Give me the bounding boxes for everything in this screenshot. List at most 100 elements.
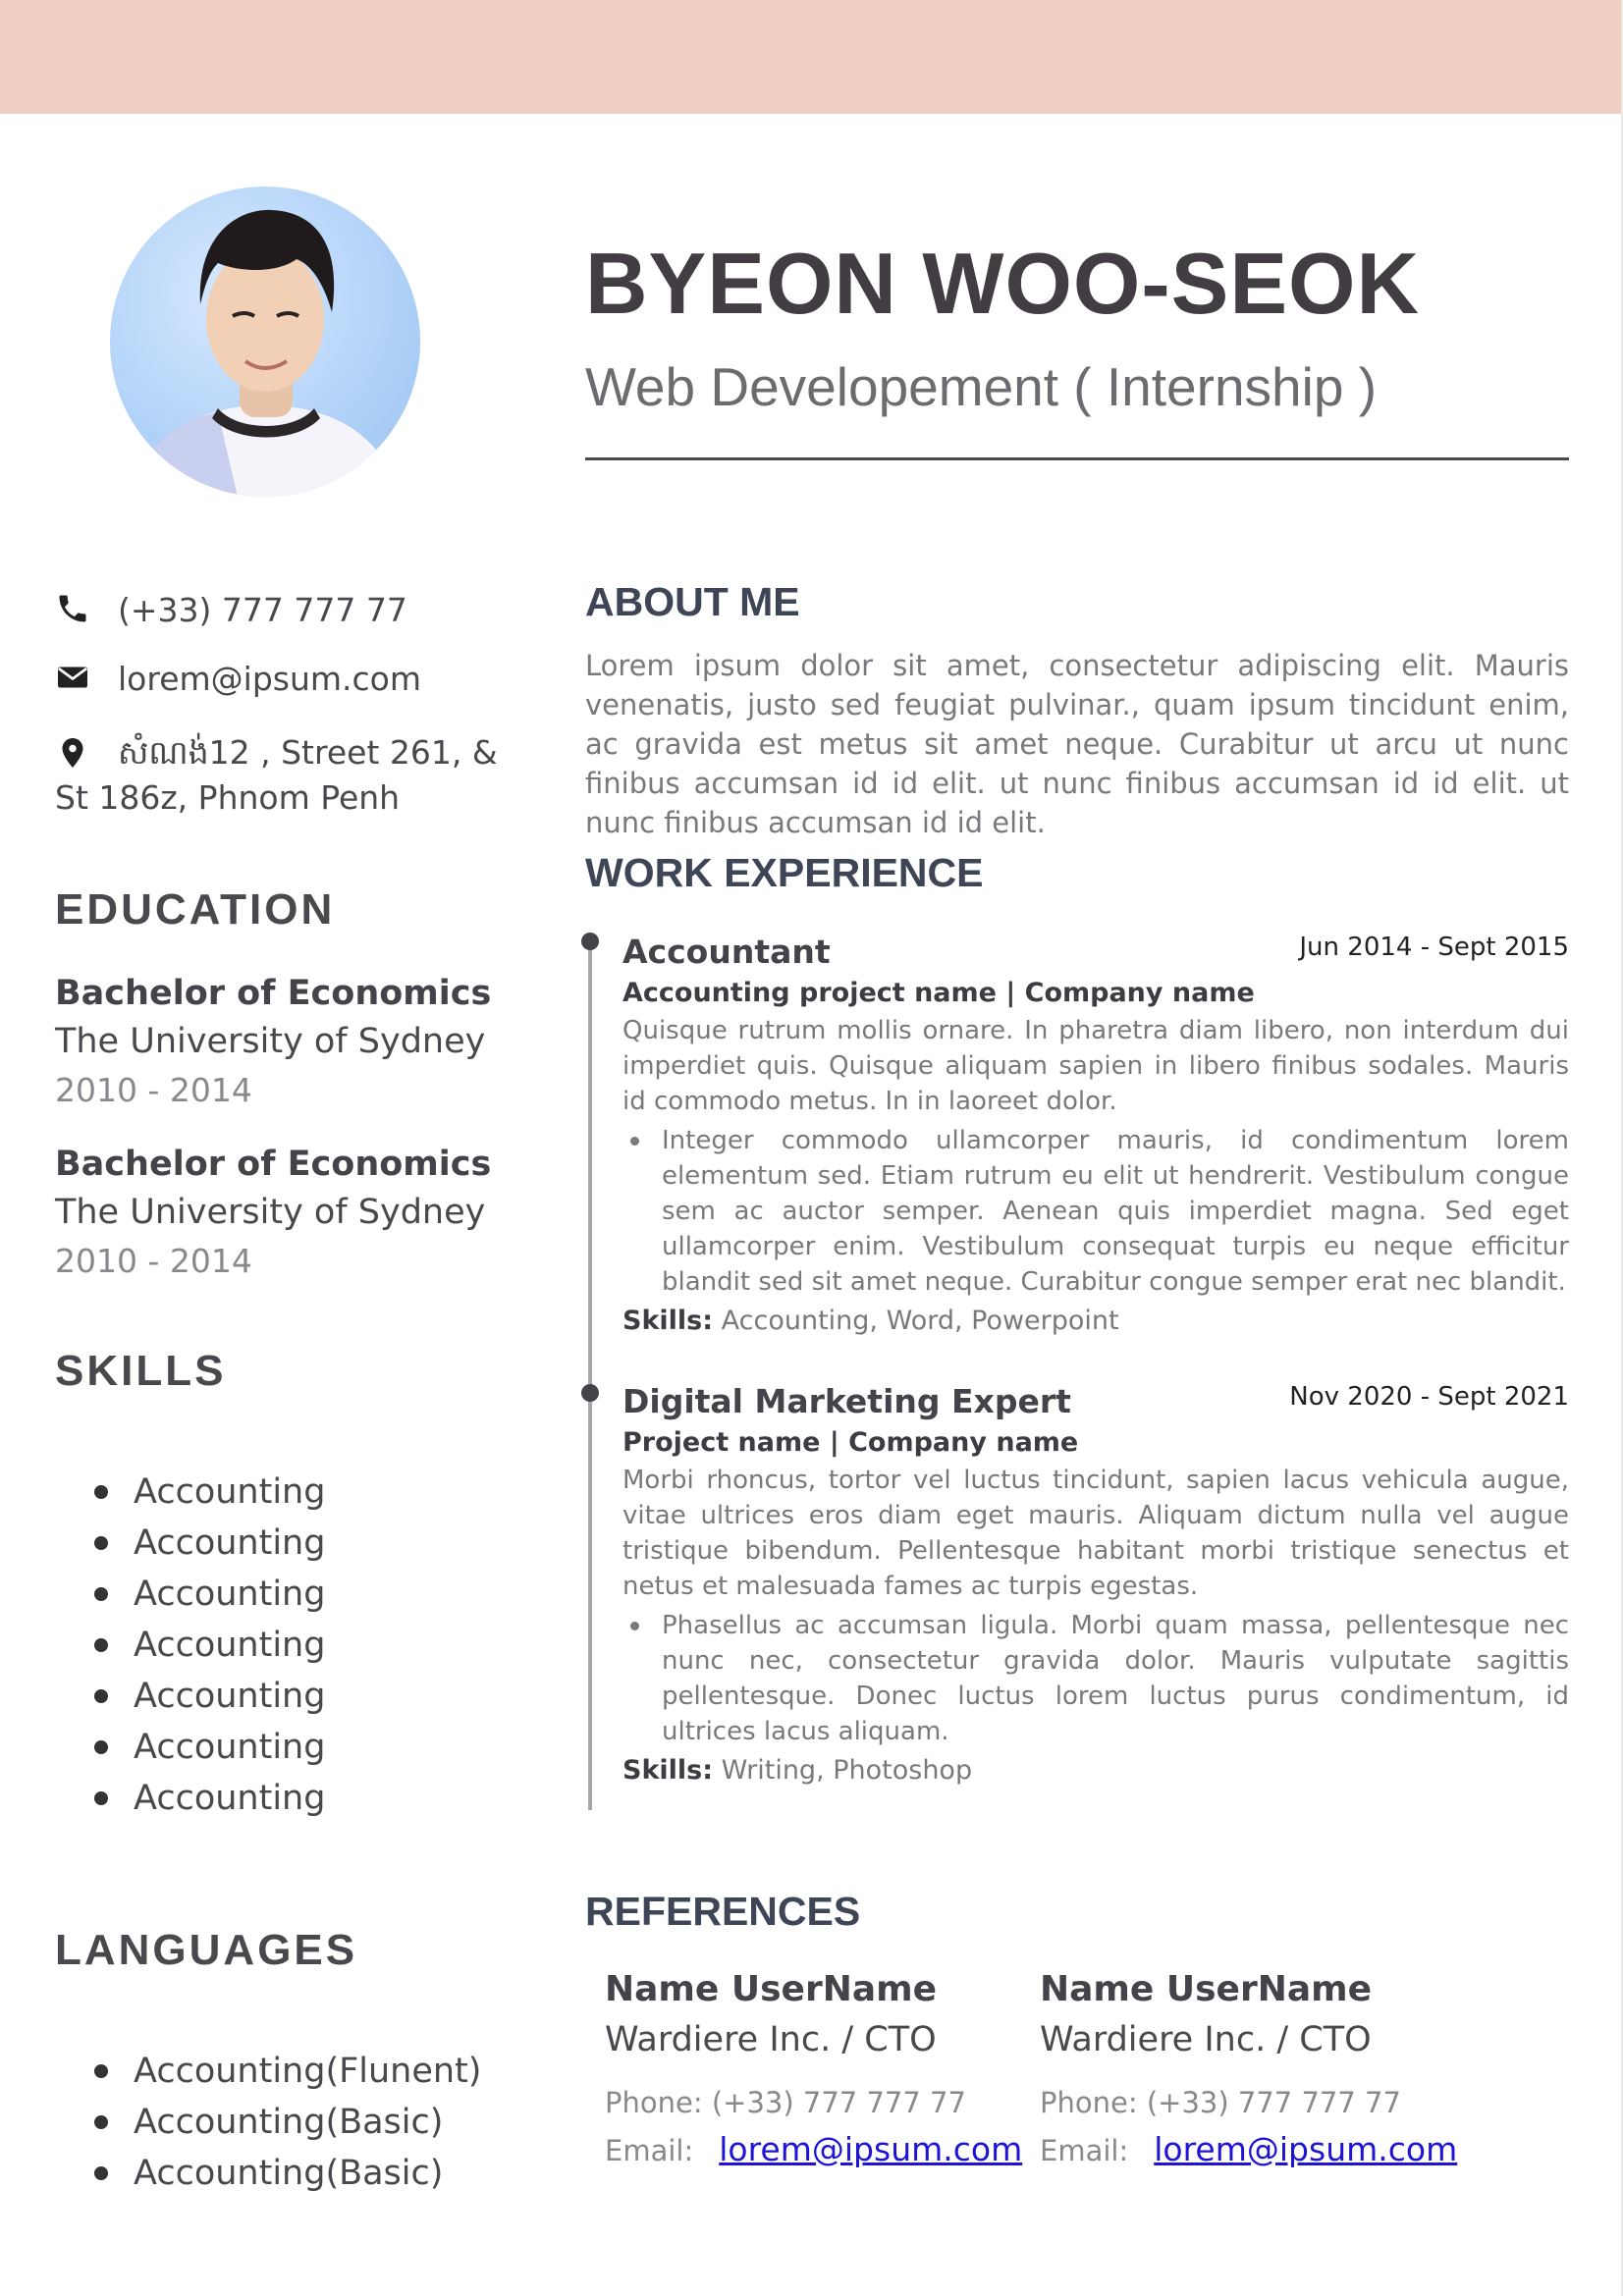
list-item: Accounting bbox=[94, 1569, 325, 1620]
list-item: Phasellus ac accumsan ligula. Morbi quam… bbox=[622, 1608, 1569, 1749]
list-item: Accounting bbox=[94, 1518, 325, 1569]
language-label: Accounting(Basic) bbox=[134, 2103, 444, 2142]
map-pin-icon bbox=[62, 738, 83, 768]
timeline-line bbox=[588, 940, 592, 1810]
bullet-icon bbox=[94, 1638, 108, 1652]
list-item: Accounting bbox=[94, 1671, 325, 1722]
person-name: BYEON WOO-SEOK bbox=[585, 235, 1421, 332]
about-heading: ABOUT ME bbox=[585, 579, 800, 624]
job-bullets: Integer commodo ullamcorper mauris, id c… bbox=[622, 1123, 1569, 1300]
language-label: Accounting(Flunent) bbox=[134, 2052, 482, 2091]
job-subtitle: Accounting project name | Company name bbox=[622, 978, 1255, 1008]
email-label: Email: bbox=[605, 2134, 694, 2167]
skill-label: Accounting bbox=[134, 1677, 326, 1716]
job-skills: Skills: Writing, Photoshop bbox=[622, 1751, 1569, 1790]
job-description: Quisque rutrum mollis ornare. In pharetr… bbox=[622, 1016, 1569, 1116]
school: The University of Sydney bbox=[55, 1193, 486, 1232]
contact-email: lorem@ipsum.com bbox=[55, 660, 421, 698]
avatar bbox=[110, 187, 420, 497]
bullet-icon bbox=[94, 2166, 108, 2180]
reference-phone: Phone: (+33) 777 777 77 bbox=[1040, 2079, 1462, 2126]
years: 2010 - 2014 bbox=[55, 1071, 252, 1109]
timeline-dot bbox=[581, 933, 599, 950]
work-heading: WORK EXPERIENCE bbox=[585, 850, 984, 895]
email-link[interactable]: lorem@ipsum.com bbox=[719, 2130, 1022, 2168]
job-description: Morbi rhoncus, tortor vel luctus tincidu… bbox=[622, 1466, 1569, 1601]
job-date: Jun 2014 - Sept 2015 bbox=[1299, 933, 1569, 962]
list-item: Accounting bbox=[94, 1722, 325, 1773]
job-skills: Skills: Accounting, Word, Powerpoint bbox=[622, 1302, 1569, 1341]
degree: Bachelor of Economics bbox=[55, 974, 492, 1013]
email-link[interactable]: lorem@ipsum.com bbox=[1154, 2130, 1457, 2168]
bullet-icon bbox=[94, 2115, 108, 2129]
phone-label: Phone: bbox=[605, 2086, 703, 2119]
list-item: Accounting bbox=[94, 1773, 325, 1824]
years: 2010 - 2014 bbox=[55, 1242, 252, 1280]
job-subtitle: Project name | Company name bbox=[622, 1427, 1079, 1458]
job-entry: Digital Marketing Expert Nov 2020 - Sept… bbox=[622, 1380, 1569, 1790]
education-heading: EDUCATION bbox=[55, 885, 336, 934]
education-item: Bachelor of Economics The University of … bbox=[55, 970, 526, 1115]
skills-value: Accounting, Word, Powerpoint bbox=[721, 1306, 1119, 1336]
skill-label: Accounting bbox=[134, 1728, 326, 1767]
language-label: Accounting(Basic) bbox=[134, 2154, 444, 2193]
header-divider bbox=[585, 457, 1569, 460]
bullet-icon bbox=[94, 1536, 108, 1550]
bullet-icon bbox=[94, 1587, 108, 1601]
skill-label: Accounting bbox=[134, 1575, 326, 1614]
school: The University of Sydney bbox=[55, 1022, 486, 1061]
reference-name: Name UserName bbox=[1040, 1969, 1373, 2009]
bullet-icon bbox=[94, 1740, 108, 1754]
job-role: Web Developement ( Internship ) bbox=[585, 356, 1378, 417]
list-item: Accounting(Basic) bbox=[94, 2148, 481, 2199]
phone-value: (+33) 777 777 77 bbox=[711, 2086, 966, 2119]
address-line2: St 186z, Phnom Penh bbox=[55, 778, 401, 817]
degree: Bachelor of Economics bbox=[55, 1145, 492, 1184]
reference-phone: Phone: (+33) 777 777 77 bbox=[605, 2079, 1027, 2126]
reference-card: Name UserName Wardiere Inc. / CTO Phone:… bbox=[605, 1965, 1027, 2174]
list-item: Integer commodo ullamcorper mauris, id c… bbox=[622, 1123, 1569, 1300]
profile-photo bbox=[130, 209, 401, 497]
skills-value: Writing, Photoshop bbox=[721, 1755, 973, 1786]
reference-company: Wardiere Inc. / CTO bbox=[605, 2020, 937, 2059]
list-item: Accounting bbox=[94, 1467, 325, 1518]
phone-label: Phone: bbox=[1040, 2086, 1138, 2119]
phone-icon bbox=[59, 595, 86, 622]
bullet-icon bbox=[94, 1689, 108, 1703]
skill-label: Accounting bbox=[134, 1523, 326, 1563]
reference-card: Name UserName Wardiere Inc. / CTO Phone:… bbox=[1040, 1965, 1462, 2174]
bullet-icon bbox=[94, 1791, 108, 1805]
job-entry: Accountant Jun 2014 - Sept 2015 Accounti… bbox=[622, 931, 1569, 1341]
list-item: Accounting(Flunent) bbox=[94, 2046, 481, 2097]
skills-label: Skills: bbox=[622, 1755, 714, 1786]
skill-label: Accounting bbox=[134, 1626, 326, 1665]
languages-heading: LANGUAGES bbox=[55, 1926, 358, 1974]
phone-text: (+33) 777 777 77 bbox=[118, 591, 407, 629]
skills-label: Skills: bbox=[622, 1306, 714, 1336]
phone-value: (+33) 777 777 77 bbox=[1146, 2086, 1401, 2119]
list-item: Accounting(Basic) bbox=[94, 2097, 481, 2148]
reference-company: Wardiere Inc. / CTO bbox=[1040, 2020, 1372, 2059]
skills-list: Accounting Accounting Accounting Account… bbox=[94, 1467, 325, 1824]
education-item: Bachelor of Economics The University of … bbox=[55, 1141, 526, 1286]
about-text: Lorem ipsum dolor sit amet, consectetur … bbox=[585, 649, 1569, 839]
references-heading: REFERENCES bbox=[585, 1889, 861, 1934]
email-text: lorem@ipsum.com bbox=[118, 660, 421, 698]
languages-list: Accounting(Flunent) Accounting(Basic) Ac… bbox=[94, 2046, 481, 2199]
timeline-dot bbox=[581, 1384, 599, 1402]
reference-name: Name UserName bbox=[605, 1969, 938, 2009]
contact-phone: (+33) 777 777 77 bbox=[55, 591, 407, 629]
bullet-icon bbox=[94, 2064, 108, 2078]
skill-label: Accounting bbox=[134, 1472, 326, 1512]
job-bullets: Phasellus ac accumsan ligula. Morbi quam… bbox=[622, 1608, 1569, 1749]
address-line1: សំណង់12 , Street 261, & bbox=[118, 733, 498, 772]
reference-email: Email: lorem@ipsum.com bbox=[1040, 2126, 1462, 2174]
job-date: Nov 2020 - Sept 2021 bbox=[1289, 1382, 1569, 1412]
skill-label: Accounting bbox=[134, 1779, 326, 1818]
mail-icon bbox=[57, 667, 88, 688]
contact-address: សំណង់12 , Street 261, & bbox=[55, 730, 507, 775]
header-band bbox=[0, 0, 1623, 114]
email-label: Email: bbox=[1040, 2134, 1129, 2167]
bullet-icon bbox=[94, 1485, 108, 1499]
reference-email: Email: lorem@ipsum.com bbox=[605, 2126, 1027, 2174]
